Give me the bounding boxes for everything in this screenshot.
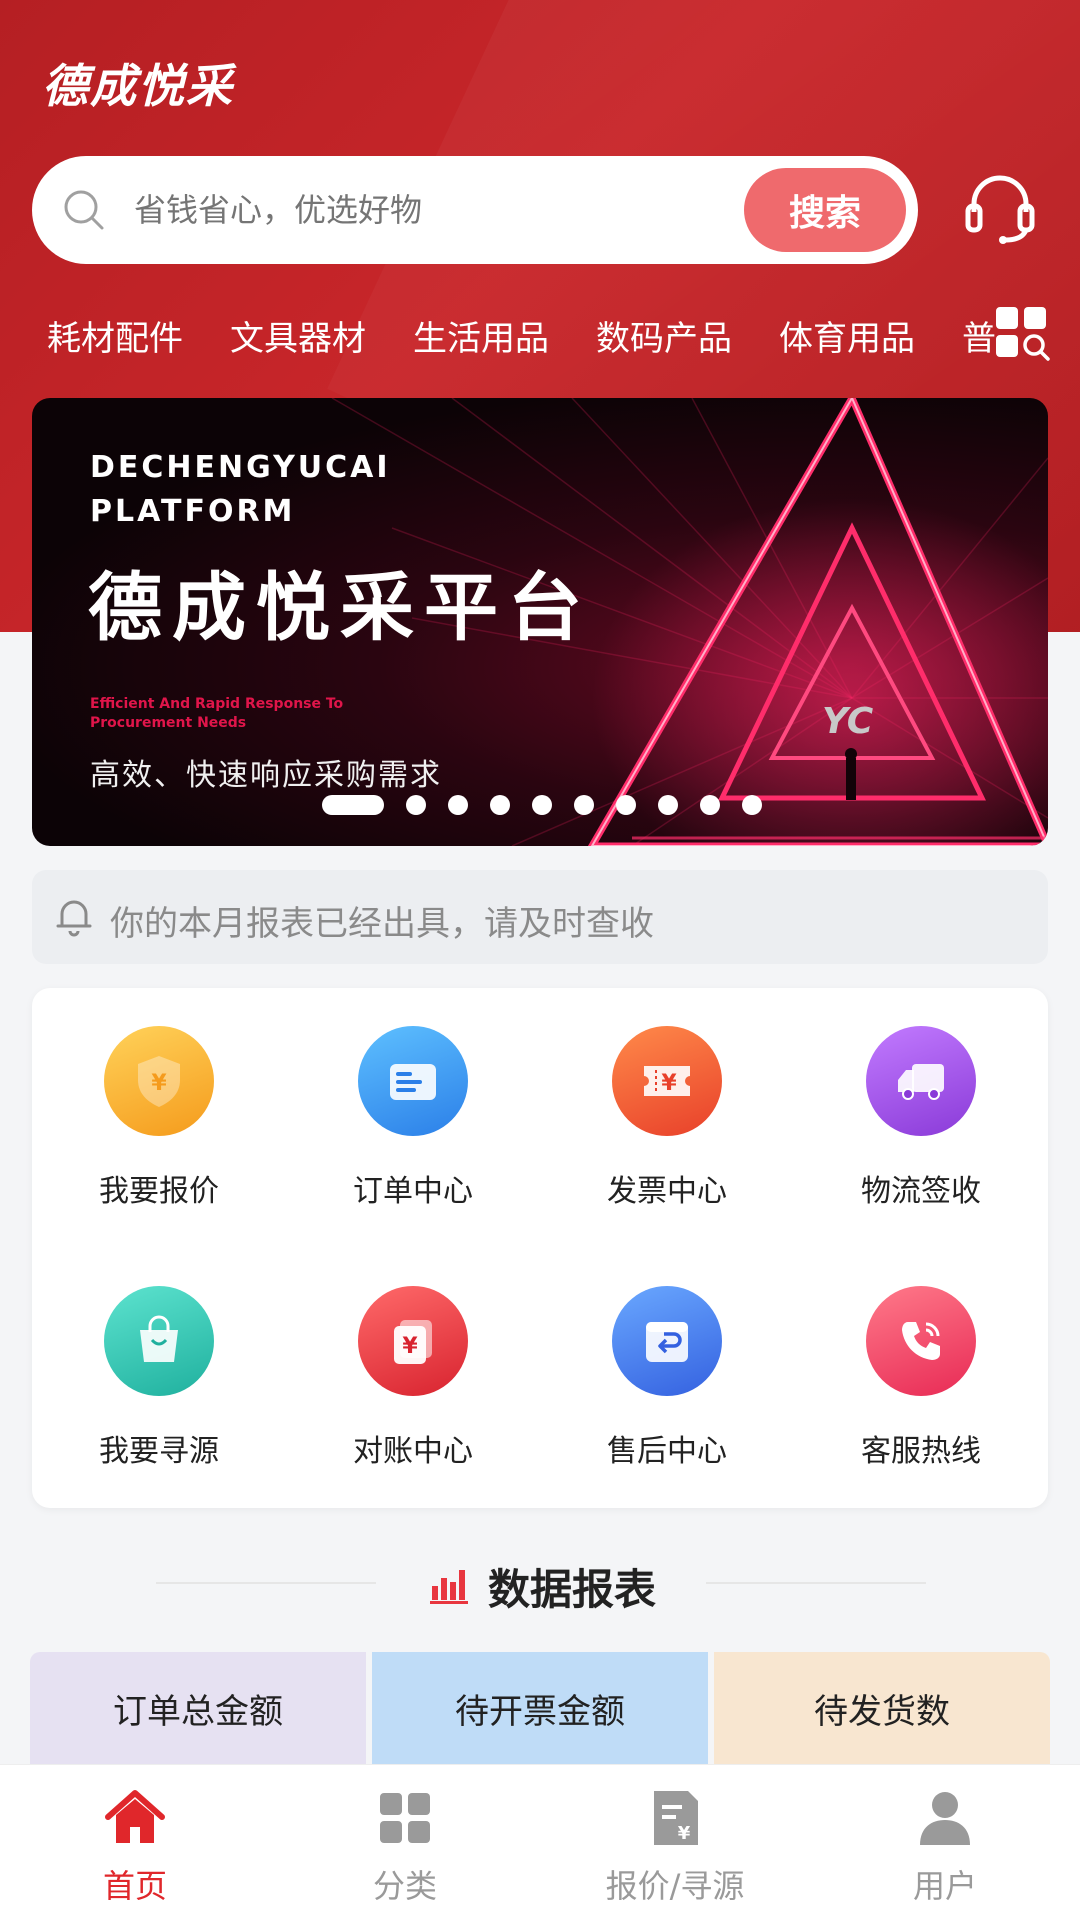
banner-tagline-en-1: Efficient And Rapid Response To [90, 696, 344, 712]
category-strip: 耗材配件 文具器材 生活用品 数码产品 体育用品 普 [0, 300, 1000, 370]
user-icon [920, 1792, 970, 1845]
customer-service-headset-icon[interactable] [960, 168, 1040, 248]
carousel-dot[interactable] [700, 795, 720, 815]
menu-item-label: 我要报价 [99, 1174, 219, 1209]
return-box-icon [612, 1286, 722, 1396]
svg-text:¥: ¥ [678, 1823, 691, 1844]
quote-doc-icon: ¥ [654, 1791, 698, 1845]
stat-pending-shipment[interactable]: 待发货数 [714, 1652, 1050, 1764]
search-bar[interactable]: 搜索 [32, 156, 918, 264]
banner-english-line-1: DECHENGYUCAI [90, 450, 391, 485]
banner-subtitle: 高效、快速响应采购需求 [90, 758, 442, 793]
carousel-dot[interactable] [322, 795, 384, 815]
menu-item-label: 对账中心 [353, 1434, 473, 1469]
search-icon [64, 190, 104, 230]
bottom-tab-bar: 首页 分类 ¥ 报价/寻源 用户 [0, 1764, 1080, 1920]
search-input[interactable] [134, 156, 734, 264]
section-title: 数据报表 [488, 1565, 657, 1614]
category-item[interactable]: 数码产品 [596, 311, 732, 360]
tab-quote-sourcing[interactable]: ¥ 报价/寻源 [540, 1765, 810, 1920]
banner-tagline-en-2: Procurement Needs [90, 715, 247, 731]
stats-row: 订单总金额 待开票金额 待发货数 [30, 1652, 1050, 1764]
carousel-dot[interactable] [658, 795, 678, 815]
tab-label: 用户 [912, 1867, 977, 1905]
tab-user[interactable]: 用户 [810, 1765, 1080, 1920]
menu-item-label: 物流签收 [861, 1174, 981, 1209]
notice-bar[interactable]: 你的本月报表已经出具，请及时查收 [32, 870, 1048, 964]
menu-item-label: 售后中心 [607, 1434, 727, 1469]
app-logo: 德成悦采 [42, 59, 234, 113]
divider [706, 1582, 926, 1584]
category-item[interactable]: 生活用品 [413, 311, 549, 360]
tab-category[interactable]: 分类 [270, 1765, 540, 1920]
menu-item-label: 订单中心 [353, 1174, 473, 1209]
shopping-bag-icon [104, 1286, 214, 1396]
carousel-dot[interactable] [574, 795, 594, 815]
carousel-dot[interactable] [490, 795, 510, 815]
menu-item-label: 我要寻源 [99, 1434, 219, 1469]
order-card-icon [358, 1026, 468, 1136]
category-item[interactable]: 普 [962, 311, 996, 360]
stat-label: 待开票金额 [455, 1691, 625, 1732]
category-item[interactable]: 耗材配件 [47, 311, 183, 360]
banner-title: 德成悦采平台 [88, 565, 592, 651]
menu-item-quote[interactable]: ¥ 我要报价 [32, 1026, 286, 1226]
divider [156, 1582, 376, 1584]
promo-banner[interactable]: YC DECHENGYUCAI PLATFORM 德成悦采平台 Efficien… [32, 398, 1048, 846]
svg-text:¥: ¥ [661, 1071, 677, 1096]
carousel-dot[interactable] [448, 795, 468, 815]
invoice-ticket-icon: ¥ [612, 1026, 722, 1136]
shield-yen-icon: ¥ [104, 1026, 214, 1136]
menu-item-hotline[interactable]: 客服热线 [794, 1286, 1048, 1486]
menu-item-aftersales[interactable]: 售后中心 [540, 1286, 794, 1486]
tab-label: 报价/寻源 [605, 1867, 745, 1905]
menu-item-reconcile[interactable]: ¥ 对账中心 [286, 1286, 540, 1486]
home-icon [105, 1790, 165, 1843]
carousel-dot[interactable] [532, 795, 552, 815]
svg-text:¥: ¥ [402, 1334, 418, 1359]
tab-home[interactable]: 首页 [0, 1765, 270, 1920]
tab-label: 首页 [102, 1867, 167, 1905]
svg-text:YC: YC [822, 701, 874, 742]
carousel-dot[interactable] [406, 795, 426, 815]
tab-label: 分类 [372, 1867, 437, 1905]
report-section-header: 数据报表 [0, 1548, 1080, 1618]
stat-pending-invoice[interactable]: 待开票金额 [372, 1652, 708, 1764]
quick-menu-card: ¥ 我要报价 订单中心 ¥ 发票中心 物流签收 我要寻源 ¥ 对账中心 售后中心… [32, 988, 1048, 1508]
category-item[interactable]: 文具器材 [230, 311, 366, 360]
menu-item-label: 发票中心 [607, 1174, 727, 1209]
carousel-indicator [322, 795, 784, 815]
stat-order-total[interactable]: 订单总金额 [30, 1652, 366, 1764]
phone-icon [866, 1286, 976, 1396]
search-button[interactable]: 搜索 [744, 168, 906, 252]
notice-text: 你的本月报表已经出具，请及时查收 [110, 904, 654, 944]
truck-icon [866, 1026, 976, 1136]
menu-item-orders[interactable]: 订单中心 [286, 1026, 540, 1226]
bell-icon [56, 900, 92, 937]
banner-english-line-2: PLATFORM [90, 494, 296, 529]
reconcile-yen-icon: ¥ [358, 1286, 468, 1396]
carousel-dot[interactable] [616, 795, 636, 815]
stat-label: 待发货数 [814, 1691, 950, 1732]
category-grid-icon [380, 1793, 430, 1843]
carousel-dot[interactable] [742, 795, 762, 815]
menu-item-invoice[interactable]: ¥ 发票中心 [540, 1026, 794, 1226]
bar-chart-icon [430, 1570, 468, 1604]
menu-item-sourcing[interactable]: 我要寻源 [32, 1286, 286, 1486]
all-categories-icon[interactable] [994, 305, 1050, 361]
svg-text:¥: ¥ [151, 1071, 167, 1096]
category-item[interactable]: 体育用品 [779, 311, 915, 360]
menu-item-logistics[interactable]: 物流签收 [794, 1026, 1048, 1226]
stat-label: 订单总金额 [113, 1691, 283, 1732]
menu-item-label: 客服热线 [861, 1434, 981, 1469]
